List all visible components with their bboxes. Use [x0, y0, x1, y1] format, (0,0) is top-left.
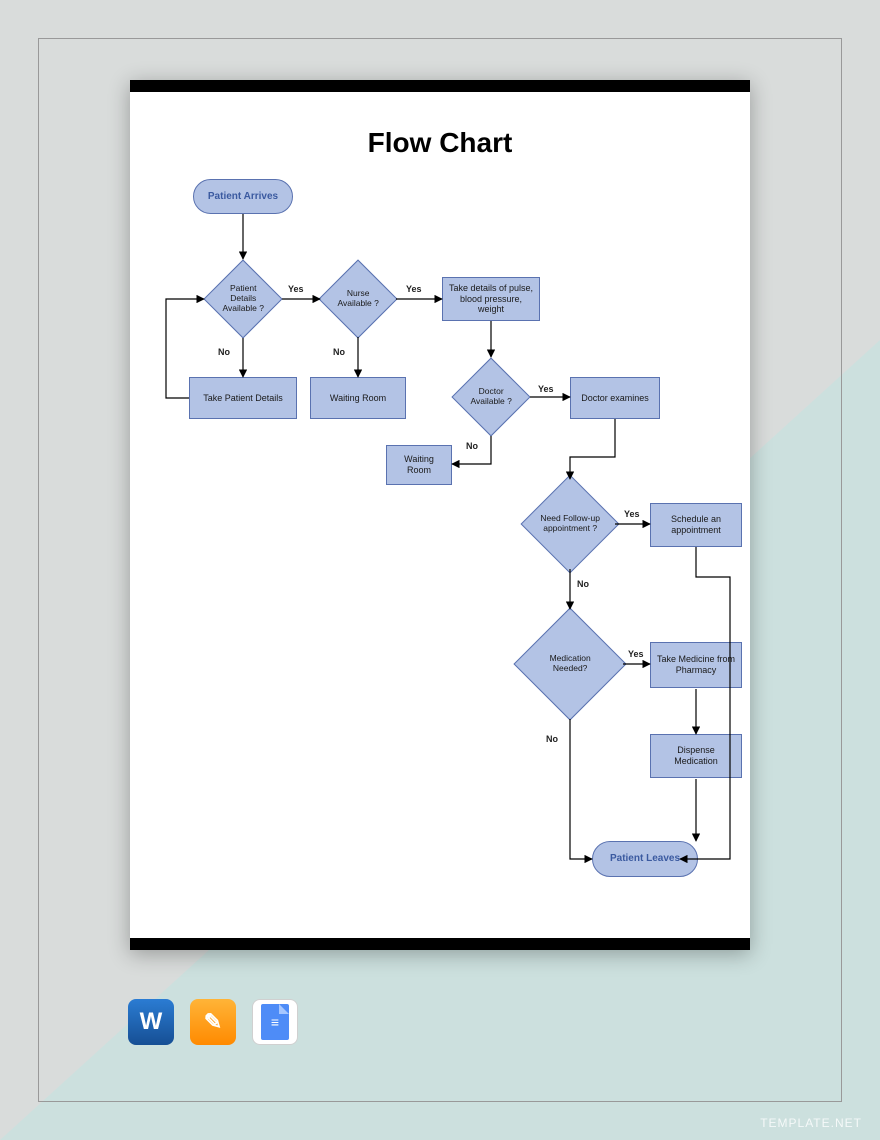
label-no-3: No	[466, 441, 478, 451]
node-waiting-room-nurse: Waiting Room	[310, 377, 406, 419]
node-decision-followup: Need Follow-up appointment ?	[521, 475, 620, 574]
node-doctor-examines: Doctor examines	[570, 377, 660, 419]
page-title: Flow Chart	[130, 127, 750, 159]
pages-icon[interactable]: ✎	[190, 999, 236, 1045]
label-yes-5: Yes	[628, 649, 644, 659]
label-no-2: No	[333, 347, 345, 357]
node-decision-medication: Medication Needed?	[513, 607, 626, 720]
label-yes-1: Yes	[288, 284, 304, 294]
node-waiting-room-doctor: Waiting Room	[386, 445, 452, 485]
watermark: TEMPLATE.NET	[760, 1116, 862, 1130]
flowchart-canvas: Patient Arrives Patient Details Availabl…	[130, 179, 750, 925]
label-no-1: No	[218, 347, 230, 357]
node-start: Patient Arrives	[193, 179, 293, 214]
label-no-4: No	[577, 579, 589, 589]
node-decision-nurse-available: Nurse Available ?	[318, 259, 397, 338]
node-take-medicine: Take Medicine from Pharmacy	[650, 642, 742, 688]
label-yes-3: Yes	[538, 384, 554, 394]
node-take-vitals: Take details of pulse, blood pressure, w…	[442, 277, 540, 321]
node-decision-patient-details: Patient Details Available ?	[203, 259, 282, 338]
node-schedule-appointment: Schedule an appointment	[650, 503, 742, 547]
label-no-5: No	[546, 734, 558, 744]
document-page: Flow Chart	[130, 80, 750, 950]
node-dispense-medication: Dispense Medication	[650, 734, 742, 778]
watermark-tld: .NET	[831, 1116, 862, 1130]
node-take-patient-details: Take Patient Details	[189, 377, 297, 419]
node-end: Patient Leaves	[592, 841, 698, 877]
word-icon[interactable]: W	[128, 999, 174, 1045]
watermark-brand: TEMPLATE	[760, 1116, 830, 1130]
label-yes-2: Yes	[406, 284, 422, 294]
node-decision-doctor-available: Doctor Available ?	[451, 357, 530, 436]
format-icons-row: W ✎ ≡	[128, 999, 298, 1045]
label-yes-4: Yes	[624, 509, 640, 519]
google-docs-icon[interactable]: ≡	[252, 999, 298, 1045]
